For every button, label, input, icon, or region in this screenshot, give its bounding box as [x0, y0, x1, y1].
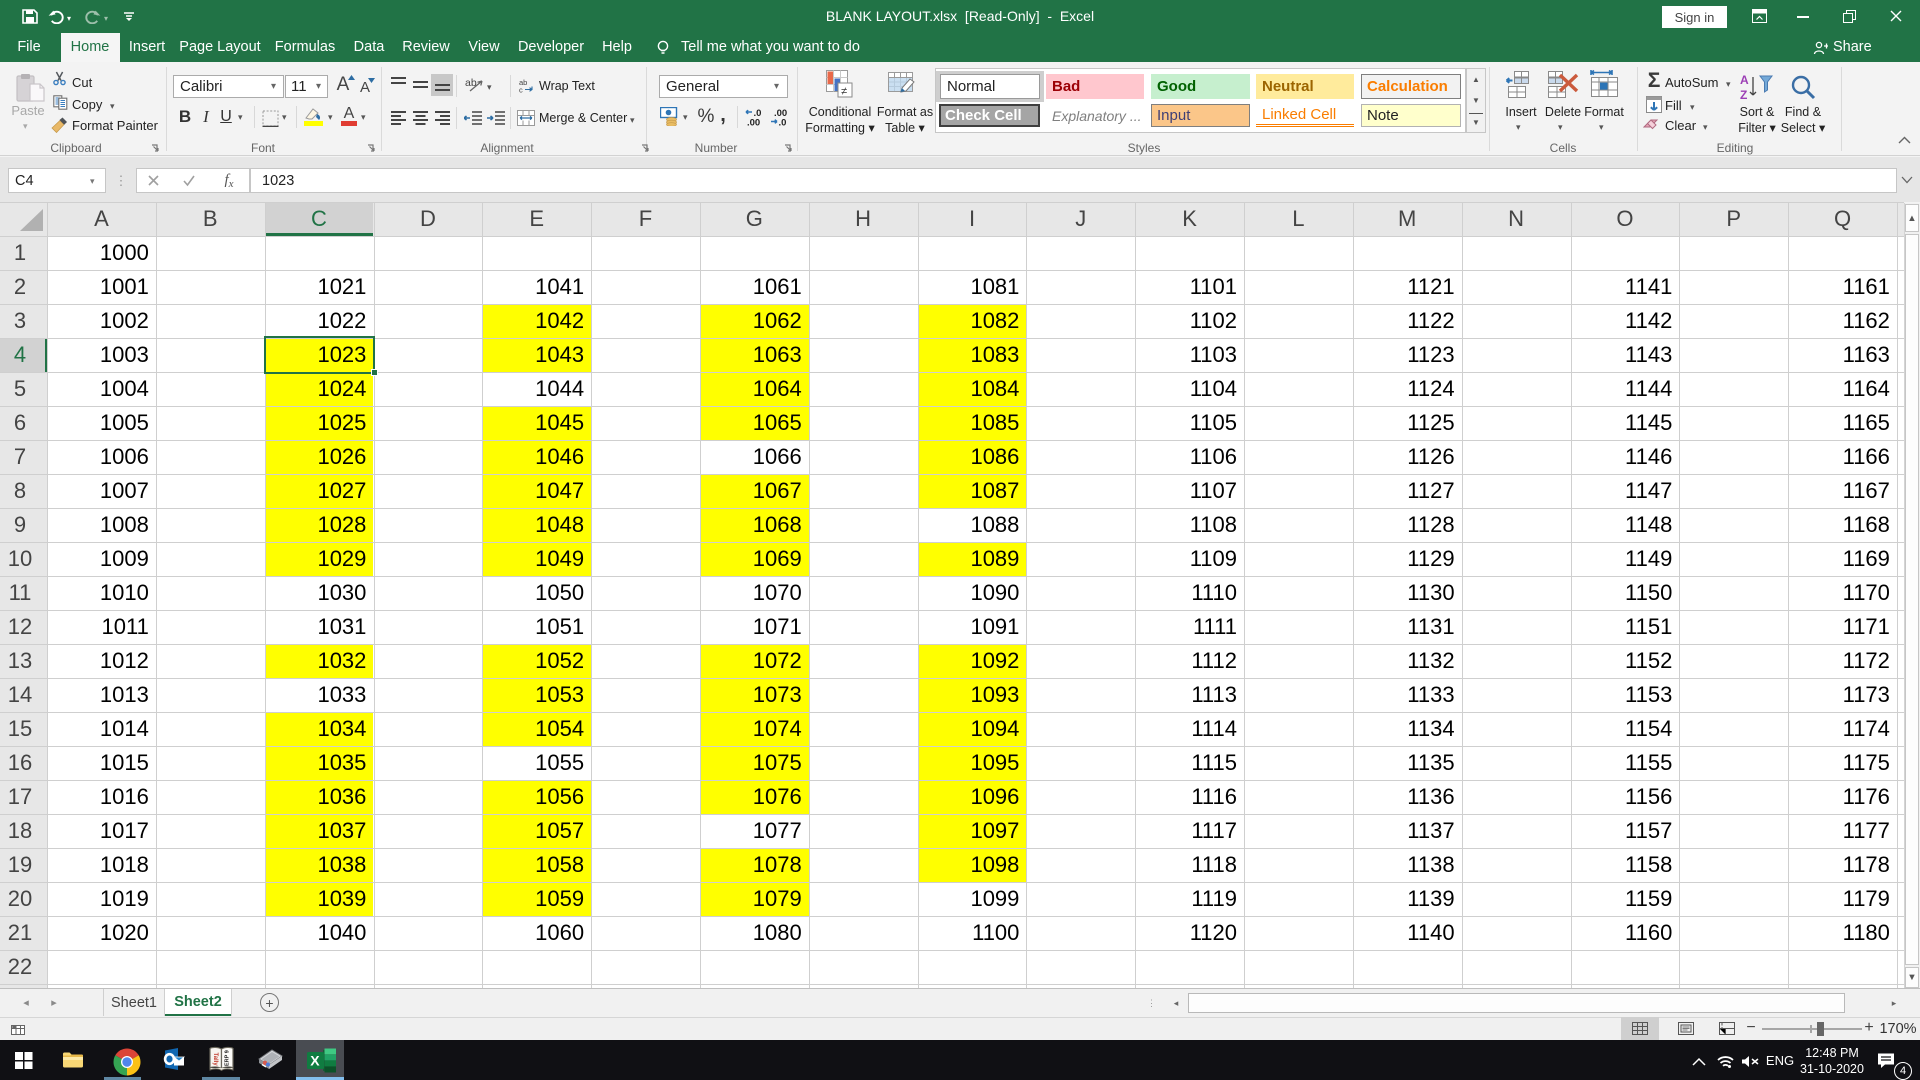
svg-text:ERP 9: ERP 9	[225, 1050, 231, 1066]
svg-text:Tally: Tally	[212, 1053, 218, 1067]
svg-text:X: X	[310, 1053, 320, 1069]
svg-text:c: c	[519, 86, 523, 94]
svg-text:.0: .0	[779, 118, 787, 127]
svg-text:.00: .00	[747, 118, 760, 127]
svg-text:≠: ≠	[841, 86, 847, 98]
svg-text:Z: Z	[1740, 88, 1747, 102]
svg-text:A: A	[1740, 73, 1749, 87]
